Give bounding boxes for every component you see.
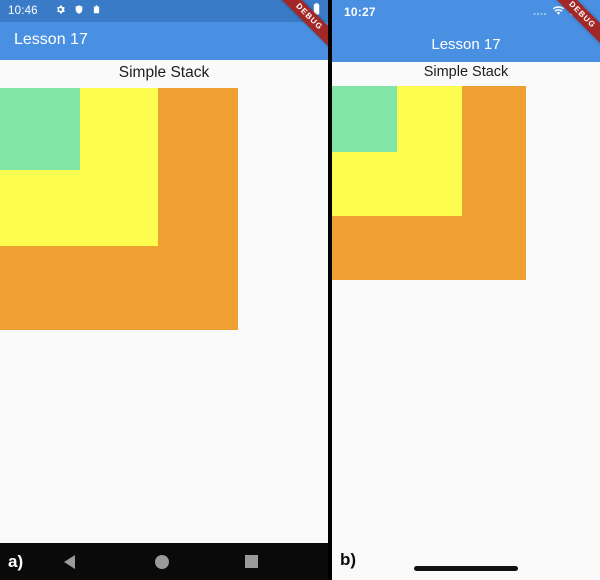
home-indicator-bar[interactable] bbox=[414, 566, 518, 571]
ios-navigation-bar: 10:27 Lesson 17 bbox=[332, 0, 600, 62]
simple-stack-widget bbox=[0, 88, 238, 330]
recents-button-icon[interactable] bbox=[245, 555, 258, 568]
home-button-icon[interactable] bbox=[155, 555, 169, 569]
signal-icon bbox=[533, 3, 547, 21]
android-app-bar: Lesson 17 bbox=[0, 22, 328, 60]
page-heading: Simple Stack bbox=[118, 64, 210, 81]
android-device-panel: 10:46 Lesson 17 Simple Stack DEBUG a) bbox=[0, 0, 328, 580]
android-status-bar: 10:46 bbox=[0, 0, 328, 22]
ios-device-panel: 10:27 Lesson 17 Simple Stack DEBUG b) bbox=[332, 0, 600, 580]
comparison-figure: 10:46 Lesson 17 Simple Stack DEBUG a) 10… bbox=[0, 0, 600, 580]
page-heading: Simple Stack bbox=[423, 64, 509, 80]
gear-icon bbox=[55, 2, 66, 20]
android-navigation-bar: a) bbox=[0, 543, 328, 580]
back-button-icon[interactable] bbox=[64, 555, 75, 569]
simple-stack-widget bbox=[332, 86, 526, 280]
status-bar-clock: 10:46 bbox=[8, 5, 38, 17]
lock-icon bbox=[92, 2, 101, 20]
panel-caption-b: b) bbox=[340, 550, 357, 569]
stack-layer-green bbox=[0, 88, 80, 170]
status-bar-clock: 10:27 bbox=[344, 5, 376, 19]
ios-page-body: Simple Stack bbox=[332, 62, 600, 580]
shield-icon bbox=[74, 2, 84, 20]
status-bar-left-group: 10:46 bbox=[8, 2, 101, 20]
android-page-body: Simple Stack bbox=[0, 60, 328, 543]
app-bar-title: Lesson 17 bbox=[14, 31, 88, 48]
stack-layer-green bbox=[332, 86, 397, 152]
panel-caption-a: a) bbox=[8, 552, 24, 571]
app-bar-title: Lesson 17 bbox=[431, 36, 501, 53]
